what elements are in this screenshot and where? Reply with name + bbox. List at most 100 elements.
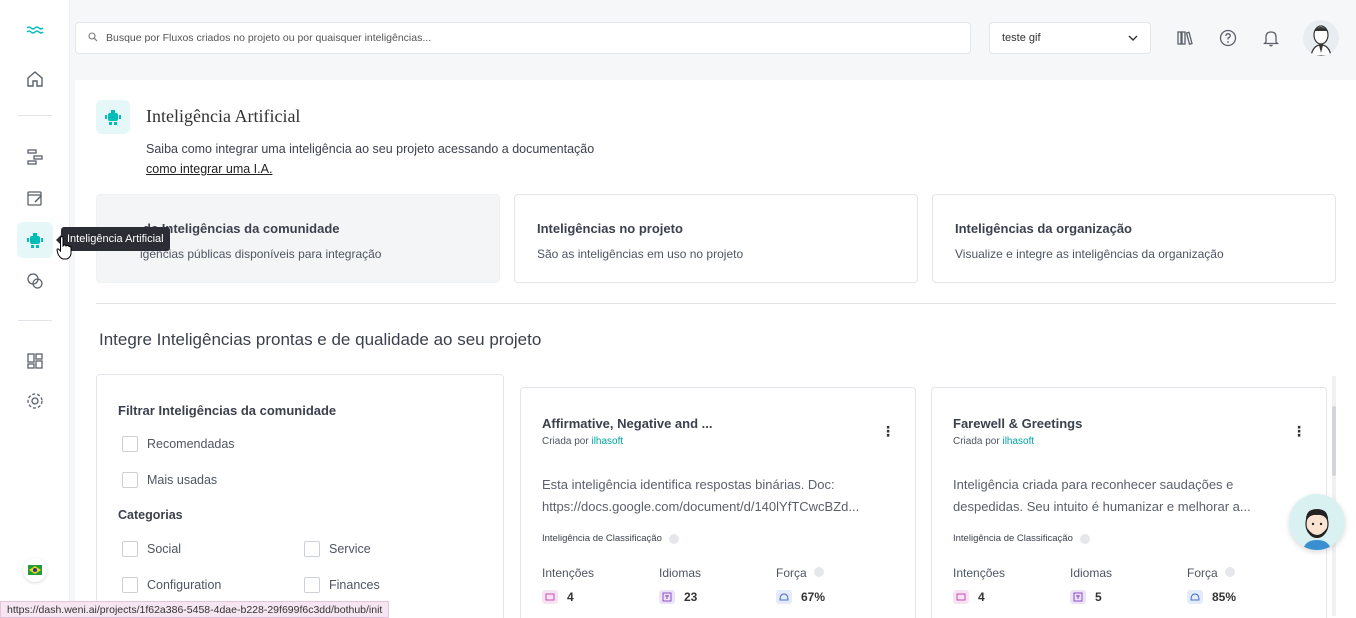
checkbox-service[interactable]: Service [304,541,371,557]
checkbox-label: Mais usadas [147,473,218,487]
studio-icon[interactable] [17,180,53,216]
help-icon[interactable] [1217,27,1239,49]
chevron-down-icon [1128,32,1138,44]
checkbox-box[interactable] [122,436,138,452]
card-type: Inteligência de Classificação [953,533,1090,544]
documentation-link[interactable]: como integrar uma I.A. [146,162,272,176]
info-icon[interactable] [668,533,679,544]
card-title: Affirmative, Negative and ... [542,416,713,431]
divider [96,303,1336,304]
created-by-label: Criada por [953,436,1000,447]
flows-icon[interactable] [17,139,53,175]
robot-icon[interactable] [17,222,53,258]
library-icon[interactable] [1174,27,1196,49]
languages-icon [659,590,675,604]
card-description-line: https://docs.google.com/document/d/140lY… [542,499,860,514]
card-description-line: Esta inteligência identifica respostas b… [542,477,835,492]
tab-project[interactable]: Inteligências no projeto São as inteligê… [514,194,918,283]
info-icon[interactable] [813,567,824,577]
tab-subtitle: igências públicas disponíveis para integ… [140,247,382,261]
intents-icon [953,590,969,604]
sidebar-divider [18,115,52,116]
search-icon [88,29,98,47]
sidebar-divider [18,320,52,321]
filter-title: Filtrar Inteligências da comunidade [118,403,337,418]
hand-cursor-icon [56,236,72,265]
intelligence-card[interactable]: Affirmative, Negative and ... Criada por… [520,387,916,618]
status-url: https://dash.weni.ai/projects/1f62a386-5… [0,601,390,618]
tab-organization[interactable]: Inteligências da organização Visualize e… [932,194,1336,283]
checkbox-label: Configuration [147,578,222,592]
project-select-value: teste gif [1002,32,1041,44]
checkbox-box[interactable] [122,541,138,557]
card-author[interactable]: ilhasoft [591,436,623,447]
project-select[interactable]: teste gif [989,22,1151,54]
strength-icon [776,590,792,604]
info-icon[interactable] [1224,567,1235,577]
card-description: Inteligência criada para reconhecer saud… [953,474,1313,518]
sidebar [0,0,70,618]
checkbox-finances[interactable]: Finances [304,577,380,593]
card-author[interactable]: ilhasoft [1002,436,1034,447]
metric-label: Idiomas [659,566,702,580]
checkbox-recomendadas[interactable]: Recomendadas [122,436,235,452]
checkbox-mais-usadas[interactable]: Mais usadas [122,472,217,488]
metric-label: Força [776,566,824,580]
checkbox-label: Service [329,542,371,556]
card-title: Farewell & Greetings [953,416,1083,431]
search-bar[interactable] [75,22,971,54]
intelligence-card[interactable]: Farewell & Greetings Criada por ilhasoft… [931,387,1327,618]
scrollbar-thumb[interactable] [1332,406,1336,476]
metric-label: Força [1187,566,1235,580]
chat-assistant-button[interactable] [1289,494,1345,550]
checkbox-box[interactable] [122,577,138,593]
card-description-line: despedidas. Seu intuito é humanizar e me… [953,499,1251,514]
card-description: Esta inteligência identifica respostas b… [542,474,902,518]
card-type-label: Inteligência de Classificação [542,533,662,544]
page-description: Saiba como integrar uma inteligência ao … [146,142,595,156]
checkbox-box[interactable] [304,577,320,593]
tab-title: Inteligências da organização [955,221,1132,236]
metric-intents: 4 [953,590,985,604]
metric-languages: 23 [659,590,697,604]
metric-strength: 85% [1187,590,1236,604]
card-description-line: Inteligência criada para reconhecer saud… [953,477,1234,492]
checkbox-label: Recomendadas [147,437,235,451]
checkbox-label: Social [147,542,182,556]
page-title: Inteligência Artificial [146,106,301,126]
search-input[interactable] [106,32,946,44]
checkbox-configuration[interactable]: Configuration [122,577,221,593]
categories-title: Categorias [118,508,183,522]
scrollbar[interactable] [1332,376,1336,616]
card-type-label: Inteligência de Classificação [953,533,1073,544]
metric-strength: 67% [776,590,825,604]
more-options-icon[interactable]: ⋮ [881,424,895,438]
info-icon[interactable] [1079,533,1090,544]
filter-panel: Filtrar Inteligências da comunidade Reco… [96,374,504,618]
home-icon[interactable] [17,61,53,97]
checkbox-label: Finances [329,578,380,592]
strength-icon [1187,590,1203,604]
robot-icon [96,100,130,134]
card-author-line: Criada por ilhasoft [542,436,623,447]
checkbox-box[interactable] [304,541,320,557]
languages-icon [1070,590,1086,604]
metric-label: Idiomas [1070,566,1113,580]
section-title: Integre Inteligências prontas e de quali… [99,330,542,349]
brazil-flag-icon[interactable] [23,558,47,582]
more-options-icon[interactable]: ⋮ [1292,424,1306,438]
card-type: Inteligência de Classificação [542,533,679,544]
metric-label: Intenções [953,566,1006,580]
logo-icon[interactable] [17,12,53,48]
tab-subtitle: Visualize e integre as inteligências da … [955,247,1224,261]
bell-icon[interactable] [1260,27,1282,49]
apps-icon[interactable] [17,343,53,379]
chats-icon[interactable] [17,263,53,299]
settings-icon[interactable] [17,383,53,419]
avatar[interactable] [1303,20,1339,56]
card-author-line: Criada por ilhasoft [953,436,1034,447]
tab-title: Inteligências no projeto [537,221,683,236]
checkbox-social[interactable]: Social [122,541,181,557]
checkbox-box[interactable] [122,472,138,488]
metric-intents: 4 [542,590,574,604]
